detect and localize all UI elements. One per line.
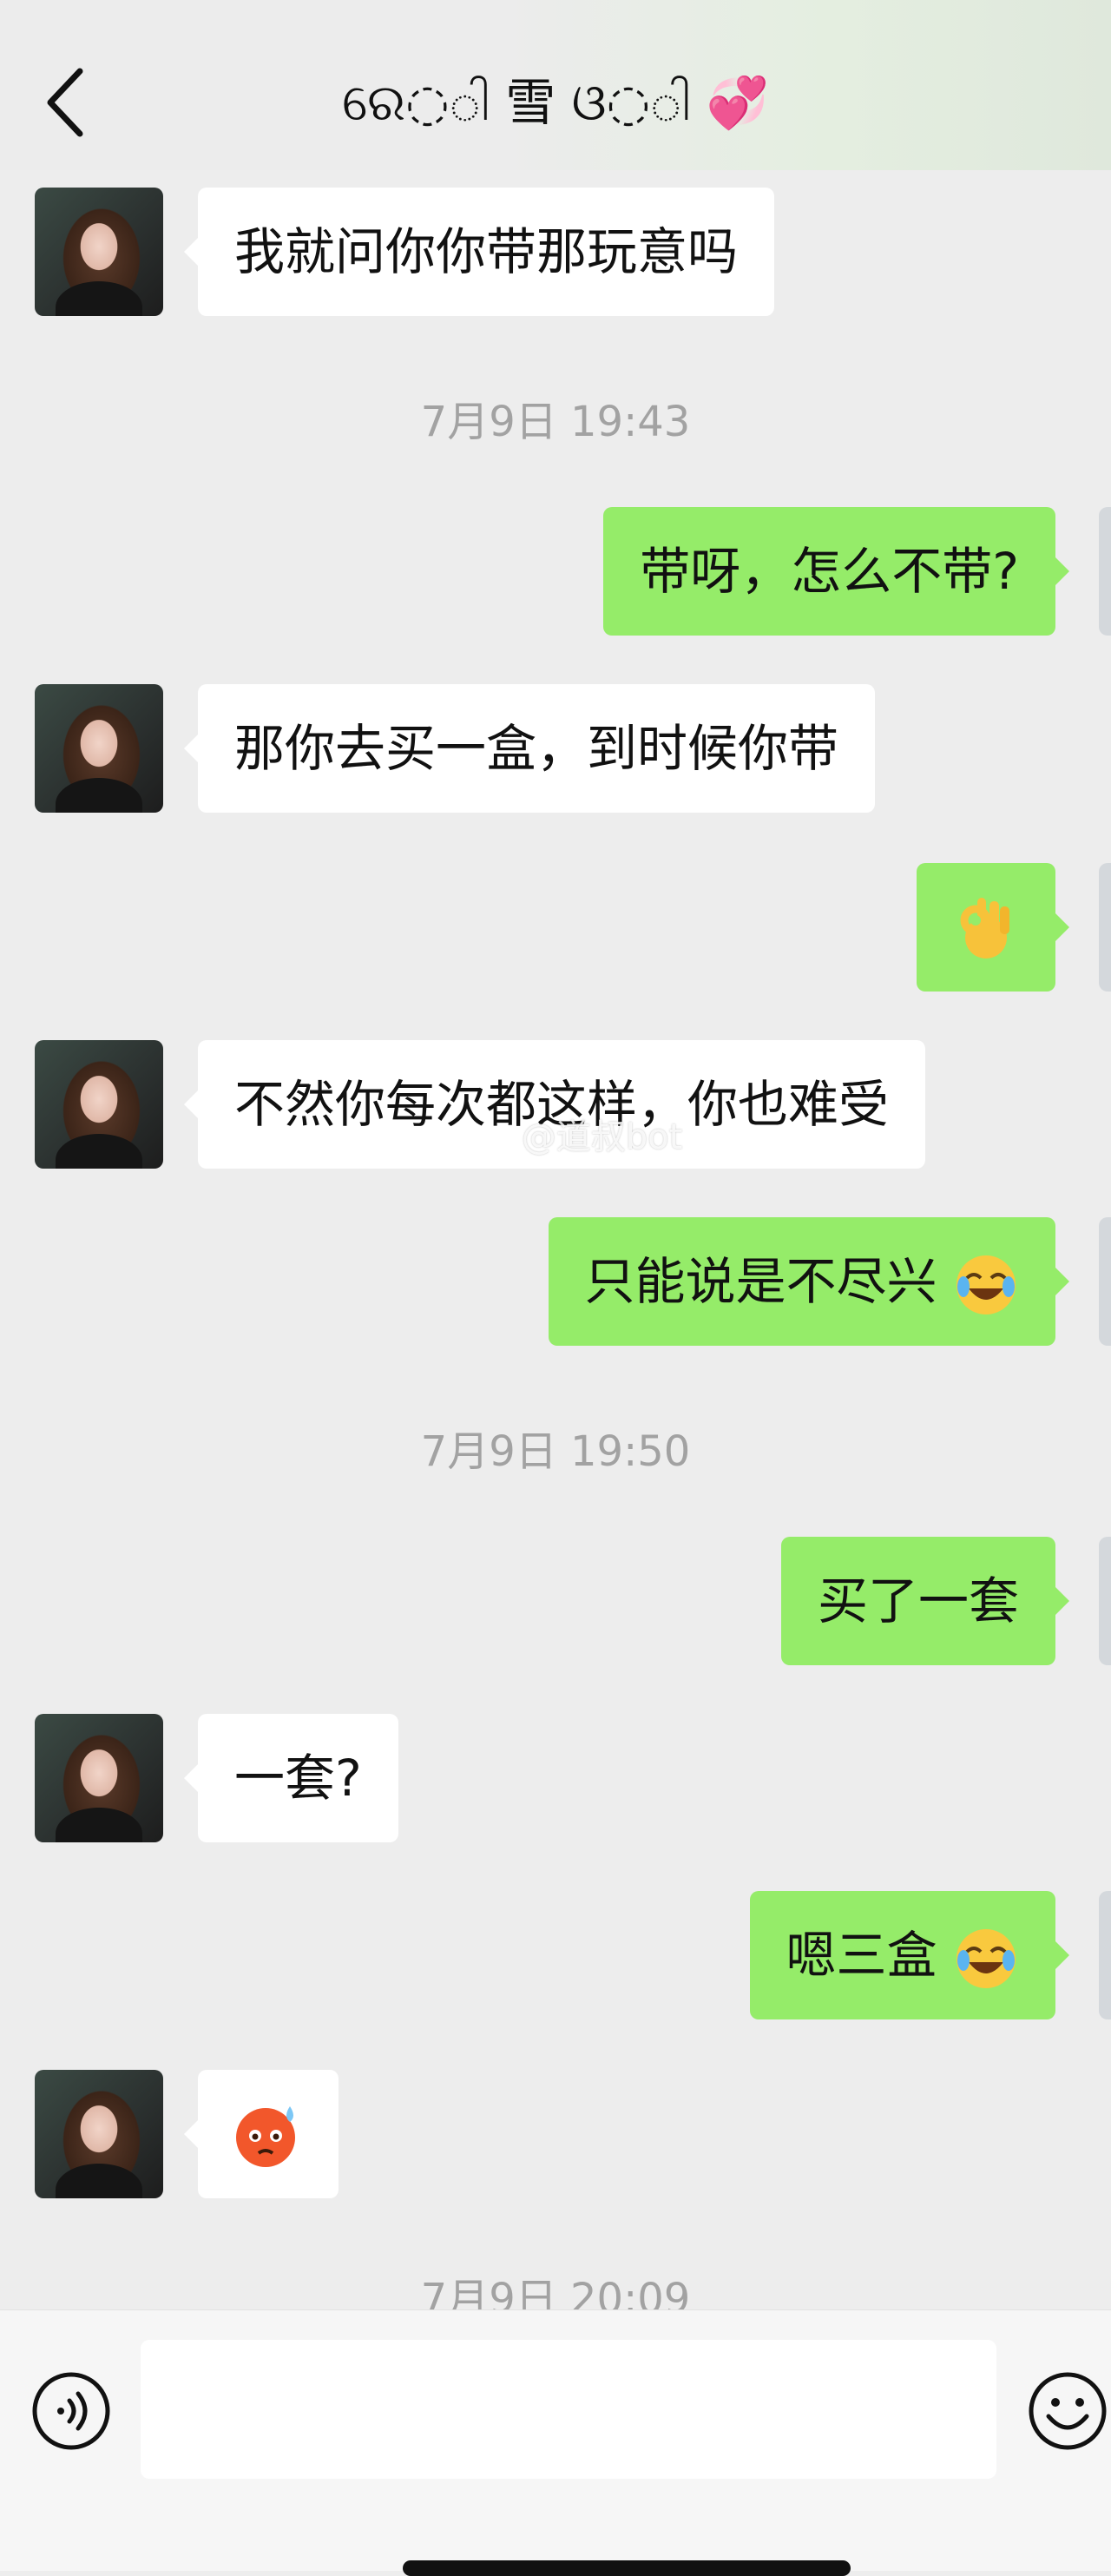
- message-bubble-incoming[interactable]: 那你去买一盒，到时候你带: [183, 684, 876, 813]
- contact-avatar[interactable]: [35, 2070, 163, 2198]
- title-name: 雪: [505, 73, 556, 132]
- my-avatar[interactable]: [1099, 863, 1111, 992]
- message-bubble-outgoing[interactable]: 只能说是不尽兴: [548, 1217, 1070, 1346]
- message-text: 那你去买一盒，到时候你带: [234, 719, 839, 778]
- chat-header: ରେ◌ါ 雪 ଓ◌ါ 💞: [0, 0, 1111, 170]
- contact-avatar[interactable]: [35, 188, 163, 316]
- title-left-glyphs: ରେ◌ါ: [342, 73, 490, 132]
- message-text: 带呀，怎么不带?: [640, 542, 1019, 601]
- message-text: 买了一套: [817, 1571, 1019, 1631]
- message-bubble-outgoing[interactable]: 带呀，怎么不带?: [603, 507, 1069, 636]
- chat-title: ରେ◌ါ 雪 ଓ◌ါ 💞: [208, 68, 903, 137]
- back-chevron-icon[interactable]: [42, 66, 94, 139]
- my-avatar[interactable]: [1099, 507, 1111, 636]
- home-indicator: [403, 2560, 851, 2576]
- laughing-crying-emoji-icon: [957, 1928, 1016, 1988]
- my-avatar[interactable]: [1099, 1217, 1111, 1346]
- message-timestamp: 7月9日 20:09: [420, 2275, 691, 2309]
- message-bubble-incoming[interactable]: [184, 2070, 339, 2198]
- laughing-crying-emoji-icon: [957, 1255, 1016, 1314]
- message-input[interactable]: [141, 2340, 996, 2479]
- contact-avatar[interactable]: [35, 1714, 163, 1842]
- watermark: @道叔bot: [469, 1111, 682, 1163]
- watermark-text: @道叔bot: [521, 1117, 683, 1157]
- contact-avatar[interactable]: [35, 684, 163, 813]
- message-list[interactable]: 我就问你你带那玩意吗 7月9日 19:43 带呀，怎么不带? 那你去买一盒，到时…: [0, 170, 1111, 2309]
- message-text: 一套?: [234, 1749, 362, 1808]
- message-text: 我就问你你带那玩意吗: [234, 222, 739, 281]
- message-text: 只能说是不尽兴: [584, 1252, 937, 1311]
- my-avatar[interactable]: [1099, 1891, 1111, 2019]
- message-timestamp: 7月9日 19:50: [420, 1427, 691, 1476]
- emoji-picker-icon[interactable]: [1028, 2371, 1108, 2451]
- voice-input-icon[interactable]: [31, 2371, 111, 2451]
- title-right-glyphs: ଓ◌ါ: [571, 73, 691, 132]
- heart-emoji-icon: 💞: [706, 73, 769, 132]
- message-bubble-outgoing[interactable]: 买了一套: [780, 1537, 1070, 1665]
- contact-avatar[interactable]: [35, 1040, 163, 1169]
- message-bubble-outgoing[interactable]: [917, 863, 1069, 992]
- message-bubble-incoming[interactable]: 一套?: [184, 1714, 398, 1842]
- message-timestamp: 7月9日 19:43: [420, 398, 691, 446]
- ok-hand-emoji-icon: [960, 898, 1009, 959]
- message-bubble-outgoing[interactable]: 嗯三盒: [749, 1891, 1070, 2019]
- input-bar: [0, 2309, 1111, 2576]
- weibo-logo-icon: [470, 1127, 507, 1155]
- message-text: 嗯三盒: [786, 1926, 937, 1985]
- message-bubble-incoming[interactable]: 我就问你你带那玩意吗: [183, 188, 775, 316]
- flushed-sweat-emoji-icon: [236, 2106, 295, 2167]
- my-avatar[interactable]: [1099, 1537, 1111, 1665]
